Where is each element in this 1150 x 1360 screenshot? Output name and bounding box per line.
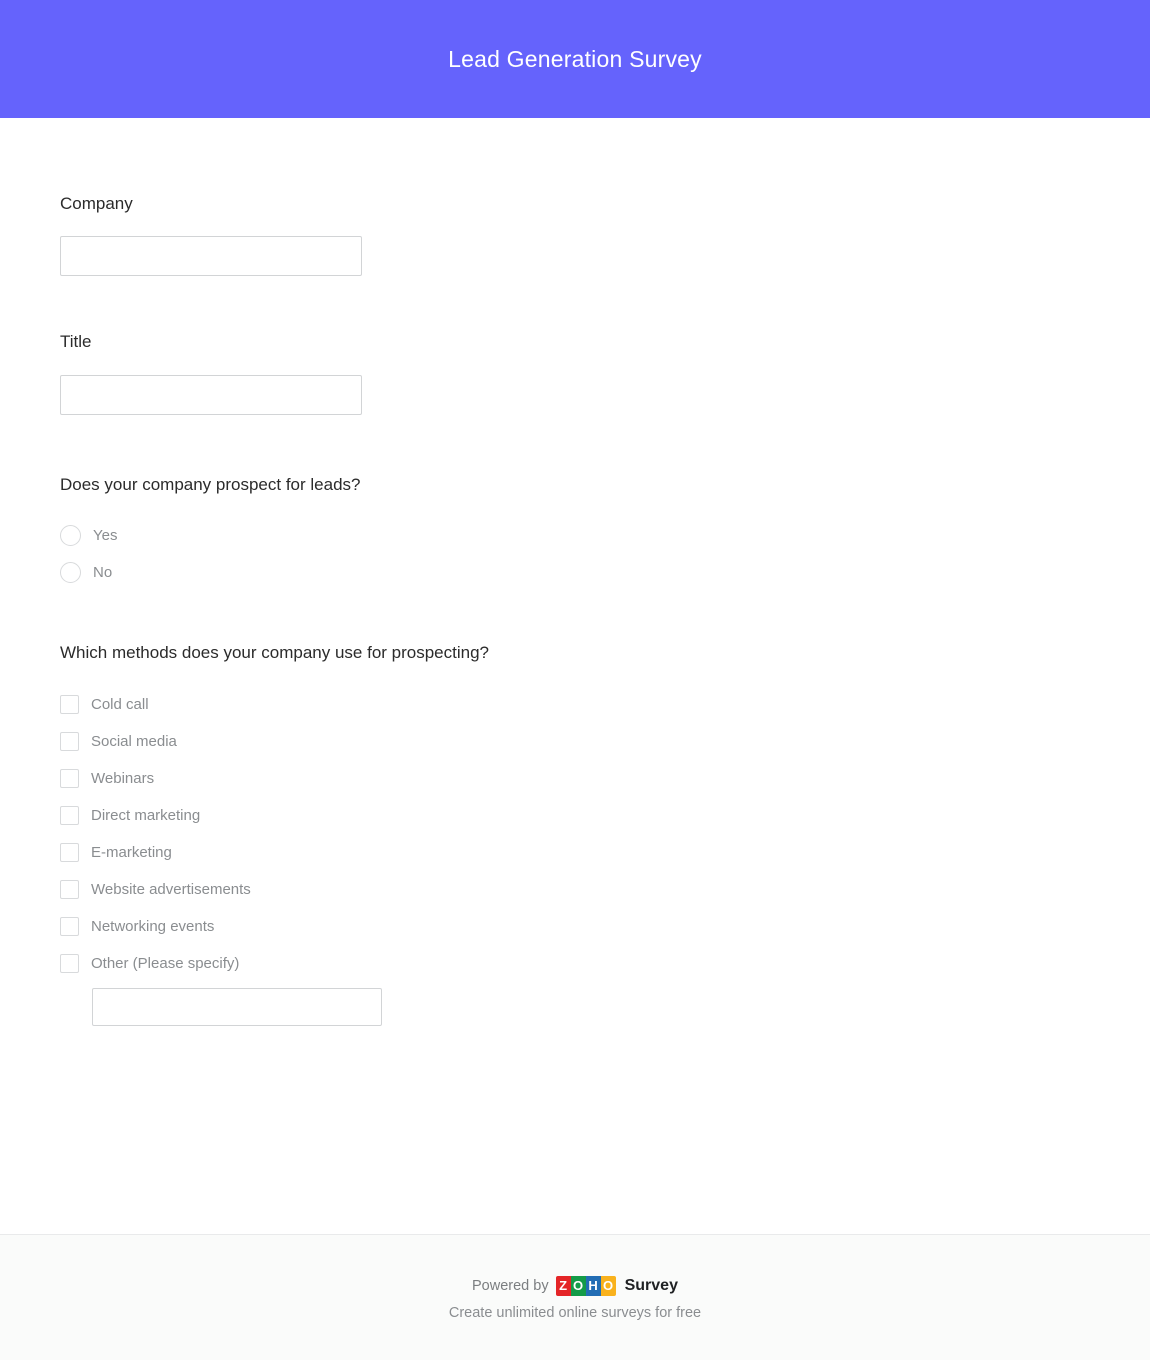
checkbox-square-icon[interactable] — [60, 916, 79, 936]
powered-by-text: Powered by — [472, 1277, 549, 1294]
checkbox-square-icon[interactable] — [60, 805, 79, 825]
zoho-logo-letter: Z — [555, 1275, 571, 1296]
survey-footer: Powered by Z O H O Survey Create unlimit… — [0, 1234, 1150, 1360]
zoho-logo-letter: H — [585, 1275, 601, 1296]
question-label-prospecting-methods: Which methods does your company use for … — [60, 643, 490, 663]
radio-option-no[interactable]: No — [60, 554, 1150, 591]
company-input[interactable] — [60, 236, 362, 277]
powered-by-row: Powered by Z O H O Survey — [472, 1275, 678, 1297]
checkbox-square-icon[interactable] — [60, 842, 79, 862]
survey-form: Company Title Does your company prospect… — [0, 118, 1150, 1026]
checkbox-option-label: Other (Please specify) — [91, 954, 240, 972]
checkbox-option-social-media[interactable]: Social media — [60, 723, 1150, 760]
other-specify-input[interactable] — [92, 987, 382, 1026]
question-prospect-for-leads: Does your company prospect for leads? Ye… — [60, 475, 1150, 591]
checkbox-option-label: E-marketing — [91, 843, 172, 861]
zoho-logo-letter: O — [600, 1275, 616, 1296]
survey-page: Lead Generation Survey Company Title Doe… — [0, 0, 1150, 1360]
checkbox-square-icon[interactable] — [60, 953, 79, 973]
question-label-company: Company — [60, 194, 133, 213]
zoho-logo-icon: Z O H O — [555, 1275, 616, 1296]
checkbox-option-label: Networking events — [91, 917, 215, 935]
checkbox-square-icon[interactable] — [60, 694, 79, 714]
radio-option-label: Yes — [93, 527, 118, 545]
radio-circle-icon[interactable] — [60, 562, 81, 584]
radio-option-label: No — [93, 564, 113, 582]
radio-group-prospect-for-leads: Yes No — [60, 517, 1150, 591]
checkbox-option-label: Webinars — [91, 769, 155, 787]
checkbox-option-webinars[interactable]: Webinars — [60, 760, 1150, 797]
question-title: Title — [60, 332, 1150, 415]
other-specify-wrap — [60, 987, 1150, 1026]
checkbox-option-label: Direct marketing — [91, 806, 201, 824]
question-prospecting-methods: Which methods does your company use for … — [60, 643, 1150, 1026]
page-title: Lead Generation Survey — [448, 45, 702, 72]
checkbox-option-website-advertisements[interactable]: Website advertisements — [60, 871, 1150, 908]
radio-circle-icon[interactable] — [60, 525, 81, 547]
survey-header: Lead Generation Survey — [0, 0, 1150, 118]
checkbox-option-label: Website advertisements — [91, 880, 251, 898]
checkbox-option-direct-marketing[interactable]: Direct marketing — [60, 797, 1150, 834]
footer-tagline: Create unlimited online surveys for free — [448, 1304, 702, 1321]
checkbox-option-e-marketing[interactable]: E-marketing — [60, 834, 1150, 871]
checkbox-option-label: Social media — [91, 732, 177, 750]
checkbox-group-prospecting-methods: Cold call Social media Webinars Direct m… — [60, 686, 1150, 1026]
checkbox-option-label: Cold call — [91, 695, 149, 713]
radio-option-yes[interactable]: Yes — [60, 517, 1150, 554]
checkbox-square-icon[interactable] — [60, 879, 79, 899]
checkbox-option-other[interactable]: Other (Please specify) — [60, 945, 1150, 982]
question-label-prospect-for-leads: Does your company prospect for leads? — [60, 474, 361, 494]
checkbox-square-icon[interactable] — [60, 731, 79, 751]
checkbox-square-icon[interactable] — [60, 768, 79, 788]
title-input[interactable] — [60, 374, 362, 415]
survey-body: Company Title Does your company prospect… — [0, 118, 1150, 1234]
product-name: Survey — [624, 1276, 678, 1294]
checkbox-option-networking-events[interactable]: Networking events — [60, 908, 1150, 945]
question-company: Company — [60, 194, 1150, 277]
checkbox-option-cold-call[interactable]: Cold call — [60, 686, 1150, 723]
zoho-logo-letter: O — [570, 1275, 586, 1296]
question-label-title: Title — [60, 332, 92, 352]
